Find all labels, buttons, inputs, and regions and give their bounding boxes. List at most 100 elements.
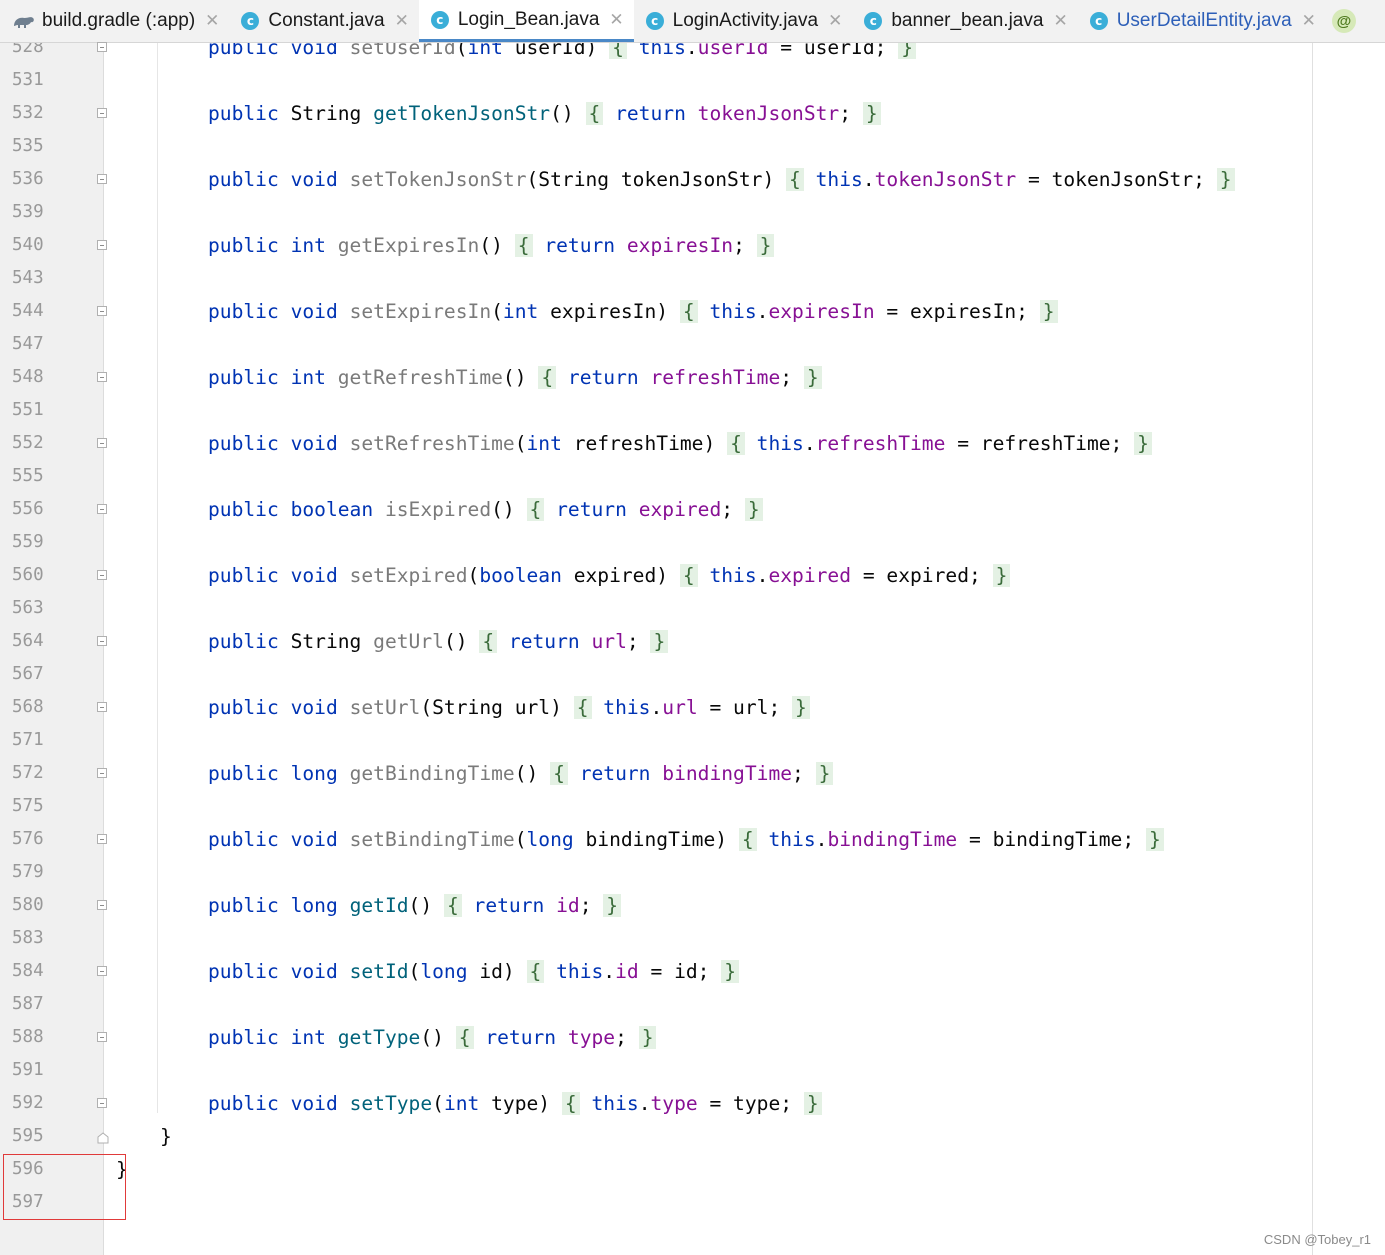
code-token: public [208, 43, 279, 59]
code-line[interactable]: public long getBindingTime() { return bi… [208, 757, 834, 790]
fold-collapsed-icon[interactable] [97, 42, 107, 52]
fold-collapsed-icon[interactable] [97, 900, 107, 910]
code-line[interactable]: public void setUserId(int userId) { this… [208, 43, 917, 64]
folded-brace: } [992, 564, 1011, 587]
code-token: () [514, 762, 551, 785]
code-token: this [768, 828, 816, 851]
fold-collapsed-icon[interactable] [97, 306, 107, 316]
code-token: ; [839, 102, 863, 125]
code-token: long [420, 960, 468, 983]
code-token: expired [768, 564, 852, 587]
code-line[interactable]: public int getType() { return type; } [208, 1021, 657, 1054]
fold-collapsed-icon[interactable] [97, 768, 107, 778]
code-line[interactable]: public void setBindingTime(long bindingT… [208, 823, 1164, 856]
close-icon[interactable]: ✕ [205, 11, 219, 31]
code-token: setId [349, 960, 409, 983]
code-line[interactable]: public void setExpired(boolean expired) … [208, 559, 1011, 592]
tab-constant-java[interactable]: c Constant.java ✕ [229, 0, 418, 42]
code-line[interactable]: public boolean isExpired() { return expi… [208, 493, 763, 526]
code-token: setExpiresIn [349, 300, 492, 323]
code-line[interactable]: public int getExpiresIn() { return expir… [208, 229, 775, 262]
code-line[interactable]: public void setType(int type) { this.typ… [208, 1087, 822, 1120]
close-icon[interactable]: ✕ [1053, 11, 1067, 31]
line-number: 564 [12, 631, 44, 651]
tab-label: UserDetailEntity.java [1116, 10, 1292, 31]
tab-build-gradle-app[interactable]: build.gradle (:app) ✕ [0, 0, 229, 42]
code-token: (String url) [420, 696, 574, 719]
fold-collapsed-icon[interactable] [97, 834, 107, 844]
code-line[interactable]: public String getTokenJsonStr() { return… [208, 97, 881, 130]
line-number: 544 [12, 301, 44, 321]
close-icon[interactable]: ✕ [609, 10, 623, 30]
code-token: setTokenJsonStr [349, 168, 527, 191]
fold-collapsed-icon[interactable] [97, 438, 107, 448]
fold-collapsed-icon[interactable] [97, 372, 107, 382]
line-number: 567 [12, 664, 44, 684]
fold-end-icon[interactable] [97, 1131, 109, 1144]
code-token: void [290, 432, 338, 455]
code-line[interactable]: public void setTokenJsonStr(String token… [208, 163, 1235, 196]
code-token: this [709, 564, 757, 587]
fold-collapsed-icon[interactable] [97, 570, 107, 580]
fold-collapsed-icon[interactable] [97, 1098, 107, 1108]
code-token: ; [626, 630, 651, 653]
code-line[interactable]: public String getUrl() { return url; } [208, 625, 669, 658]
code-line[interactable]: public void setUrl(String url) { this.ur… [208, 691, 810, 724]
code-token: . [815, 828, 828, 851]
code-line[interactable]: public void setExpiresIn(int expiresIn) … [208, 295, 1058, 328]
fold-collapsed-icon[interactable] [97, 504, 107, 514]
line-number: 559 [12, 532, 44, 552]
fold-collapsed-icon[interactable] [97, 108, 107, 118]
code-token: () [443, 630, 480, 653]
code-line[interactable]: } [160, 1120, 172, 1153]
folded-brace: { [786, 168, 804, 191]
close-icon[interactable]: ✕ [395, 11, 409, 31]
fold-collapsed-icon[interactable] [97, 174, 107, 184]
code-token: public [208, 762, 279, 785]
folded-brace: } [792, 696, 810, 719]
folded-brace: } [862, 102, 881, 125]
fold-collapsed-icon[interactable] [97, 636, 107, 646]
folded-brace: { [538, 366, 557, 389]
line-number: 587 [12, 994, 44, 1014]
code-editor[interactable]: public void setUserId(int userId) { this… [104, 43, 1385, 1255]
line-number: 532 [12, 103, 44, 123]
folded-brace: } [1039, 300, 1058, 323]
folded-brace: } [638, 1026, 657, 1049]
code-token: expired [638, 498, 722, 521]
code-token: getRefreshTime [337, 366, 503, 389]
line-number: 555 [12, 466, 44, 486]
code-token: . [650, 696, 663, 719]
tab-loginactivity-java[interactable]: c LoginActivity.java ✕ [634, 0, 853, 42]
fold-collapsed-icon[interactable] [97, 702, 107, 712]
code-token: = id; [638, 960, 722, 983]
tab-overflow-annotation[interactable]: @ [1326, 0, 1362, 42]
close-icon[interactable]: ✕ [828, 11, 842, 31]
code-line[interactable]: public void setRefreshTime(int refreshTi… [208, 427, 1152, 460]
line-number: 548 [12, 367, 44, 387]
code-line[interactable]: public long getId() { return id; } [208, 889, 622, 922]
fold-collapsed-icon[interactable] [97, 966, 107, 976]
java-class-icon: c [864, 12, 883, 30]
code-token: ( [491, 300, 503, 323]
code-line[interactable]: public void setId(long id) { this.id = i… [208, 955, 740, 988]
code-token: return [544, 234, 616, 257]
close-icon[interactable]: ✕ [1302, 11, 1316, 31]
fold-collapsed-icon[interactable] [97, 240, 107, 250]
tab-login-bean-java[interactable]: c Login_Bean.java ✕ [418, 0, 634, 42]
tab-userdetailentity-java[interactable]: c UserDetailEntity.java ✕ [1078, 0, 1326, 42]
code-token: refreshTime) [561, 432, 728, 455]
fold-collapsed-icon[interactable] [97, 1032, 107, 1042]
code-line[interactable]: public int getRefreshTime() { return ref… [208, 361, 822, 394]
tab-banner-bean-java[interactable]: c banner_bean.java ✕ [852, 0, 1077, 42]
code-token: id [615, 960, 639, 983]
